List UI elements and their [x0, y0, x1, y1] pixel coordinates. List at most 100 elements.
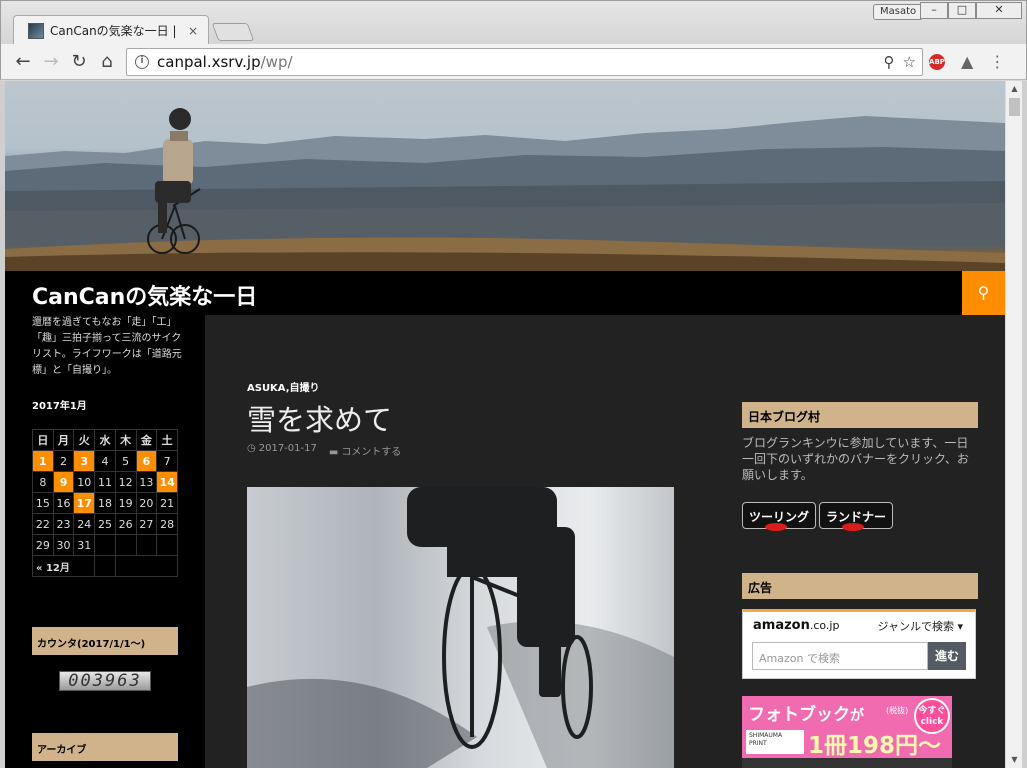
amazon-genre-select[interactable]: ジャンルで検索 ▾: [878, 618, 963, 634]
bookmark-star-icon[interactable]: ☆: [903, 53, 916, 71]
calendar-weekday: 木: [114, 429, 137, 451]
post-photo-image: [247, 487, 674, 768]
calendar-day: 5: [114, 450, 137, 472]
post-date[interactable]: 2017-01-17: [259, 443, 317, 454]
calendar-day[interactable]: 17: [73, 492, 96, 514]
comment-icon: ▬: [328, 447, 339, 458]
calendar-day[interactable]: 3: [73, 450, 96, 472]
site-info-icon[interactable]: i: [135, 55, 149, 69]
calendar-day: 29: [32, 534, 54, 556]
counter-widget-title: カウンタ(2017/1/1〜): [32, 627, 178, 655]
archive-widget-title: アーカイブ: [32, 733, 178, 761]
url-host: canpal.xsrv.jp: [157, 53, 261, 71]
shimauma-logo: SHIMAUMA PRINT: [746, 730, 804, 754]
comment-link[interactable]: コメントする: [341, 447, 401, 458]
adblock-extension-icon[interactable]: ABP: [929, 53, 945, 70]
blogmura-text: ブログランキンウに参加しています、一日一回下のいずれかのバナーをクリック、お願い…: [742, 436, 969, 482]
calendar-day: 31: [73, 534, 96, 556]
drive-extension-icon[interactable]: ▲: [961, 52, 973, 71]
photobook-ad-banner[interactable]: フォトブックが (税抜) 今すぐ click SHIMAUMA PRINT 1冊…: [742, 696, 952, 768]
minimize-button[interactable]: –: [920, 2, 948, 19]
site-title[interactable]: CanCanの気楽な一日: [32, 279, 257, 311]
photobook-ad-strip: [742, 758, 952, 768]
browser-toolbar: ← → ↻ ⌂ i canpal.xsrv.jp /wp/ ⚲ ☆ ABP ▲ …: [0, 44, 1027, 80]
calendar-day: 20: [135, 492, 158, 514]
page-scrollbar[interactable]: ▲ ▼: [1005, 81, 1022, 768]
post-featured-image[interactable]: [247, 487, 674, 768]
post-date-group[interactable]: ◷ 2017-01-17: [247, 443, 317, 458]
tab-close-icon[interactable]: ×: [186, 24, 200, 38]
home-icon[interactable]: ⌂: [95, 50, 119, 74]
calendar-weekday: 水: [94, 429, 116, 451]
calendar-day: 26: [114, 513, 137, 535]
window-controls: – □ ✕: [920, 2, 1022, 19]
maximize-button[interactable]: □: [948, 2, 976, 19]
ads-widget-title: 広告: [742, 573, 978, 599]
photobook-ad-title: フォトブックが: [748, 705, 864, 725]
browser-tab[interactable]: CanCanの気楽な一日 | ×: [13, 15, 209, 45]
calendar-day[interactable]: 14: [156, 471, 178, 493]
zoom-icon[interactable]: ⚲: [884, 53, 895, 71]
calendar-day[interactable]: 1: [32, 450, 54, 472]
calendar-day: 13: [135, 471, 158, 493]
profile-button[interactable]: Masato: [873, 4, 924, 20]
calendar-day: 27: [135, 513, 158, 535]
calendar-weekday: 金: [135, 429, 158, 451]
category-links[interactable]: ASUKA,自撮り: [247, 379, 320, 394]
scroll-down-icon[interactable]: ▼: [1006, 752, 1023, 768]
address-bar[interactable]: i canpal.xsrv.jp /wp/ ⚲ ☆: [126, 48, 923, 76]
calendar-day: 30: [52, 534, 75, 556]
blogmura-banners: ツーリング ランドナー: [742, 502, 894, 531]
calendar-empty-cell: [94, 555, 116, 577]
site-header: CanCanの気楽な一日 ⚲: [5, 271, 1005, 315]
calendar-day: 7: [156, 450, 178, 472]
favicon-icon: [28, 22, 44, 39]
calendar-day[interactable]: 6: [135, 450, 158, 472]
tab-title: CanCanの気楽な一日 |: [50, 24, 177, 38]
page-viewport: CanCanの気楽な一日 ⚲ 還暦を過ぎてもなお「走」「工」「趣」三拍子揃って三…: [5, 81, 1005, 768]
new-tab-button[interactable]: [211, 23, 255, 41]
calendar-day: 10: [73, 471, 96, 493]
calendar-empty-cell: [114, 534, 137, 556]
forward-arrow-icon[interactable]: →: [39, 50, 63, 74]
amazon-search-input[interactable]: Amazon で検索: [752, 642, 928, 670]
calendar-day: 16: [52, 492, 75, 514]
calendar-weekday: 火: [73, 429, 96, 451]
url-path: /wp/: [260, 53, 293, 71]
close-window-button[interactable]: ✕: [976, 2, 1022, 19]
post-meta: ◷ 2017-01-17 ▬ コメントする: [247, 443, 401, 458]
amazon-search-button[interactable]: 進む: [928, 642, 966, 670]
reload-icon[interactable]: ↻: [67, 50, 91, 74]
post-title[interactable]: 雪を求めて: [247, 397, 392, 439]
calendar-weekday: 日: [32, 429, 54, 451]
randonneur-banner-button[interactable]: ランドナー: [819, 502, 894, 531]
back-arrow-icon[interactable]: ←: [11, 50, 35, 74]
photobook-ad-tax: (税抜): [886, 706, 909, 715]
calendar-day: 18: [94, 492, 116, 514]
calendar-prev-month-link[interactable]: « 12月: [31, 555, 96, 577]
photobook-ad-price: 1冊198円〜: [808, 733, 942, 759]
search-icon[interactable]: ⚲: [962, 271, 1005, 315]
calendar-day: 28: [156, 513, 178, 535]
blogmura-widget-title: 日本ブログ村: [742, 402, 978, 428]
scroll-up-icon[interactable]: ▲: [1006, 81, 1023, 97]
calendar-day: 23: [52, 513, 75, 535]
calendar-day: 22: [32, 513, 54, 535]
amazon-search-widget: amazon.co.jp ジャンルで検索 ▾ Amazon で検索 進む: [742, 609, 976, 679]
post-comment-group[interactable]: ▬ コメントする: [329, 443, 401, 458]
chevron-down-icon: ▾: [957, 620, 963, 633]
calendar: 日月火水木金土 1 2 3 4 5 6 7 8 9 10 11 12 13 14 15 16 17 18 19 20 2…: [31, 429, 179, 577]
calendar-day: 8: [32, 471, 54, 493]
main-content: ASUKA,自撮り 雪を求めて ◷ 2017-01-17 ▬ コメントする 日本…: [205, 315, 1005, 768]
menu-dots-icon[interactable]: ⋮: [989, 52, 1005, 71]
touring-banner-button[interactable]: ツーリング: [742, 502, 817, 531]
scroll-thumb[interactable]: [1009, 98, 1020, 116]
header-landscape-image: [5, 108, 1005, 271]
amazon-logo[interactable]: amazon.co.jp: [753, 618, 839, 633]
calendar-day: 21: [156, 492, 178, 514]
calendar-empty-cell: [135, 534, 158, 556]
calendar-day[interactable]: 9: [52, 471, 75, 493]
calendar-weekday: 月: [52, 429, 75, 451]
calendar-empty-cell: [156, 534, 178, 556]
calendar-empty-cell: [94, 534, 116, 556]
